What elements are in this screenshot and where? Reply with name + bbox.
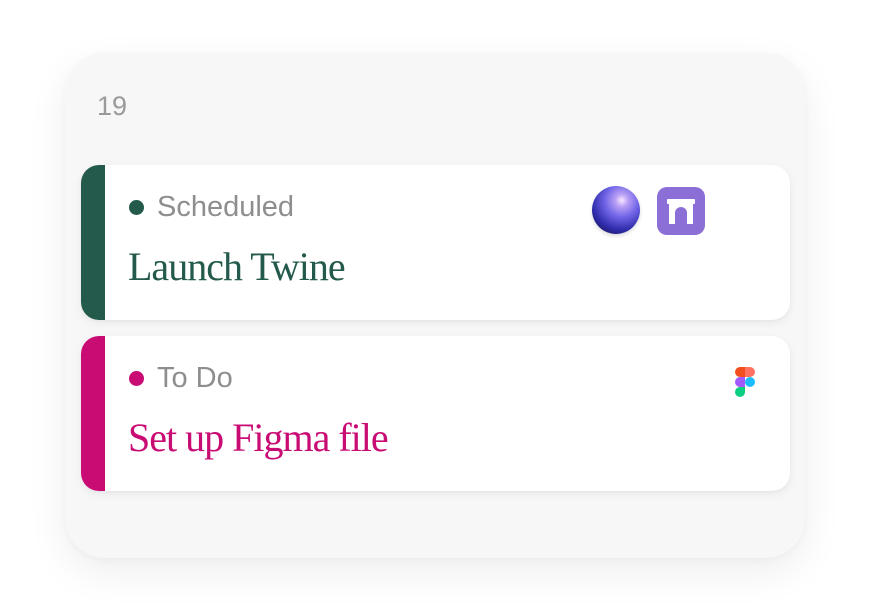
task-card-todo[interactable]: To Do Set up Figma file <box>81 336 790 491</box>
twine-app-icon <box>657 187 705 235</box>
day-panel: 19 Scheduled Launch Twine To Do Set up F… <box>65 53 805 558</box>
status-dot-icon <box>129 370 144 386</box>
status-label: Scheduled <box>157 190 295 223</box>
status-row: To Do <box>129 360 233 396</box>
date-label: 19 <box>97 91 128 121</box>
status-dot-icon <box>129 199 144 215</box>
task-title: Launch Twine <box>128 244 346 289</box>
status-label: To Do <box>157 361 233 394</box>
task-card-scheduled[interactable]: Scheduled Launch Twine <box>81 165 790 320</box>
card-accent-stripe <box>81 336 105 491</box>
task-title: Set up Figma file <box>128 415 389 460</box>
card-accent-stripe <box>81 165 105 320</box>
figma-icon <box>735 367 755 397</box>
sphere-icon <box>592 186 640 234</box>
status-row: Scheduled <box>129 189 294 225</box>
